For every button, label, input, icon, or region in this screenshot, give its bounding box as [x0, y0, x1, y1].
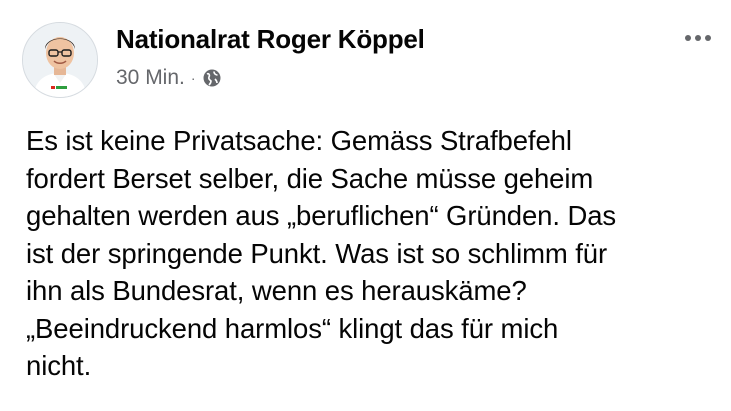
more-dot	[695, 35, 701, 41]
more-options-icon[interactable]	[680, 26, 716, 50]
avatar-image	[23, 23, 97, 97]
timestamp[interactable]: 30 Min.	[116, 66, 185, 90]
globe-icon[interactable]	[202, 68, 222, 88]
post-meta: 30 Min. ·	[116, 66, 222, 90]
post-text: Es ist keine Privatsache: Gemäss Strafbe…	[26, 125, 617, 381]
more-dot	[705, 35, 711, 41]
more-dot	[685, 35, 691, 41]
author-name[interactable]: Nationalrat Roger Köppel	[116, 24, 425, 55]
post-card: Nationalrat Roger Köppel 30 Min. · Es is…	[0, 0, 731, 411]
meta-separator: ·	[190, 70, 196, 86]
avatar[interactable]	[22, 22, 98, 98]
